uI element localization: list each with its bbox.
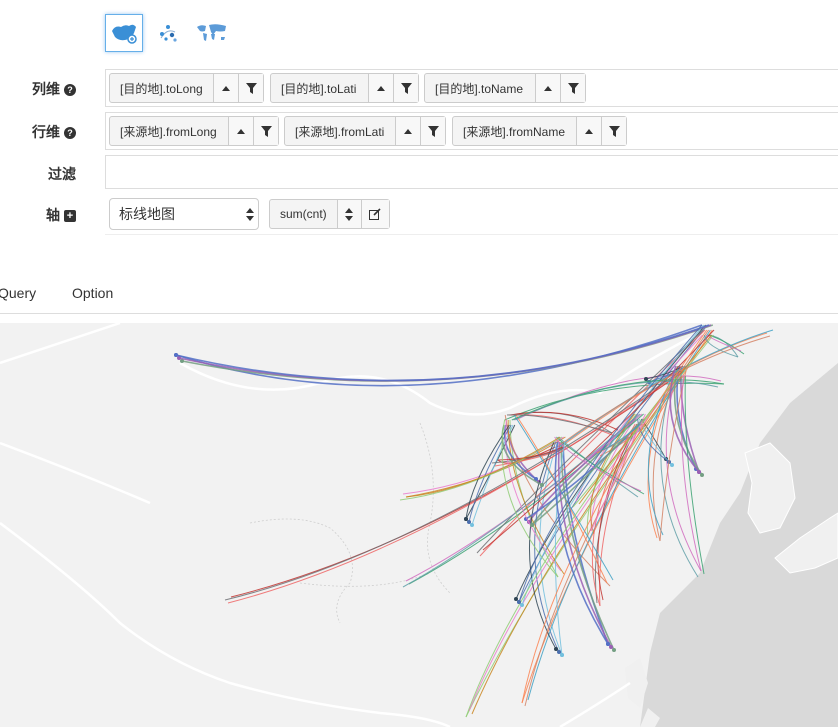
axis-label: 轴 + <box>0 205 76 225</box>
row-chip[interactable]: [来源地].fromLong <box>109 116 279 146</box>
filter-icon <box>427 125 439 137</box>
axis-area: 标线地图 sum(cnt) <box>105 195 838 235</box>
caret-up-icon <box>544 86 552 91</box>
caret-up-icon <box>222 86 230 91</box>
flow-endpoint <box>464 517 468 521</box>
china-map-chart-icon <box>112 24 137 44</box>
chart-type-select[interactable]: 标线地图 <box>109 198 259 230</box>
sort-up-button[interactable] <box>213 74 238 102</box>
column-chip-label: [目的地].toLong <box>120 81 203 96</box>
filter-button[interactable] <box>420 117 445 145</box>
row-chip-label: [来源地].fromName <box>463 124 566 139</box>
flow-endpoint <box>514 597 518 601</box>
column-chip[interactable]: [目的地].toLong <box>109 73 264 103</box>
scatter-map-chart-button[interactable] <box>149 14 187 52</box>
column-chip[interactable]: [目的地].toLati <box>270 73 419 103</box>
flow-endpoint <box>540 483 544 487</box>
filter-row: 过滤 <box>0 155 838 189</box>
filter-button[interactable] <box>601 117 626 145</box>
flow-line <box>660 375 699 578</box>
tab-option[interactable]: Option <box>72 285 113 301</box>
filter-button[interactable] <box>560 74 585 102</box>
flow-line <box>402 436 564 495</box>
flow-line <box>558 329 774 448</box>
flow-endpoint <box>530 523 534 527</box>
tab-query[interactable]: Query <box>0 285 36 301</box>
scatter-map-chart-icon <box>160 25 177 42</box>
flow-endpoint <box>612 648 616 652</box>
filter-dropzone[interactable] <box>105 155 838 189</box>
aggregate-select-button[interactable] <box>336 200 361 228</box>
column-chip-label: [目的地].toName <box>435 81 524 96</box>
rows-dropzone[interactable]: [来源地].fromLong [来源地].fromLati [来源地].from… <box>105 112 838 150</box>
row-chip-label: [来源地].fromLong <box>120 124 217 139</box>
flow-line <box>513 380 719 421</box>
chart-type-bar <box>105 14 237 54</box>
province-borders <box>249 422 451 624</box>
flow-endpoint <box>520 603 524 607</box>
sort-up-button[interactable] <box>576 117 601 145</box>
flow-endpoint <box>606 642 610 646</box>
edit-icon <box>369 208 382 220</box>
row-chip[interactable]: [来源地].fromLati <box>284 116 446 146</box>
measure-chip[interactable]: sum(cnt) <box>269 199 390 229</box>
rows-label: 行维? <box>0 122 76 142</box>
caret-up-icon <box>237 129 245 134</box>
axis-row: 轴 + 标线地图 sum(cnt) <box>0 195 838 235</box>
sort-up-button[interactable] <box>395 117 420 145</box>
map-chart[interactable] <box>0 323 838 727</box>
caret-up-icon <box>404 129 412 134</box>
filter-icon <box>260 125 272 137</box>
map-canvas <box>0 323 838 727</box>
flow-endpoint <box>700 473 704 477</box>
filter-button[interactable] <box>393 74 418 102</box>
filter-button[interactable] <box>253 117 278 145</box>
flow-endpoint <box>467 520 471 524</box>
flow-endpoint <box>697 470 701 474</box>
measure-chip-label: sum(cnt) <box>280 207 327 221</box>
sort-up-button[interactable] <box>228 117 253 145</box>
chart-type-select-value: 标线地图 <box>119 206 175 222</box>
columns-label: 列维? <box>0 79 76 99</box>
flow-endpoint <box>554 647 558 651</box>
row-chip[interactable]: [来源地].fromName <box>452 116 627 146</box>
flow-line <box>471 424 514 526</box>
help-icon[interactable]: ? <box>64 84 76 96</box>
flow-endpoint <box>557 650 561 654</box>
filter-icon <box>400 82 412 94</box>
caret-up-icon <box>585 129 593 134</box>
flow-endpoint <box>609 645 613 649</box>
flow-endpoint <box>470 523 474 527</box>
world-map-chart-button[interactable] <box>193 14 231 52</box>
flow-endpoint <box>670 463 674 467</box>
columns-row: 列维? [目的地].toLong [目的地].toLati [目的地].toNa… <box>0 69 838 107</box>
china-map-chart-button[interactable] <box>105 14 143 52</box>
filter-icon <box>245 82 257 94</box>
columns-dropzone[interactable]: [目的地].toLong [目的地].toLati [目的地].toName <box>105 69 838 107</box>
help-icon[interactable]: ? <box>64 127 76 139</box>
column-chip-label: [目的地].toLati <box>281 81 357 96</box>
flow-endpoint <box>560 653 564 657</box>
add-axis-icon[interactable]: + <box>64 210 76 222</box>
column-chip[interactable]: [目的地].toName <box>424 73 586 103</box>
row-chip-label: [来源地].fromLati <box>295 124 385 139</box>
edit-measure-button[interactable] <box>360 200 389 228</box>
filter-icon <box>567 82 579 94</box>
flow-endpoint <box>517 600 521 604</box>
world-map-chart-icon <box>197 24 226 41</box>
caret-up-icon <box>377 86 385 91</box>
select-arrows-icon <box>345 207 354 221</box>
sort-up-button[interactable] <box>368 74 393 102</box>
rows-row: 行维? [来源地].fromLong [来源地].fromLati [来源地].… <box>0 112 838 150</box>
filter-icon <box>608 125 620 137</box>
flow-endpoint <box>644 377 648 381</box>
flow-endpoint <box>174 353 178 357</box>
filter-label: 过滤 <box>48 166 76 182</box>
tab-divider <box>0 313 838 314</box>
flow-line <box>408 413 644 585</box>
filter-button[interactable] <box>238 74 263 102</box>
select-arrows-icon <box>246 208 254 221</box>
sort-up-button[interactable] <box>535 74 560 102</box>
